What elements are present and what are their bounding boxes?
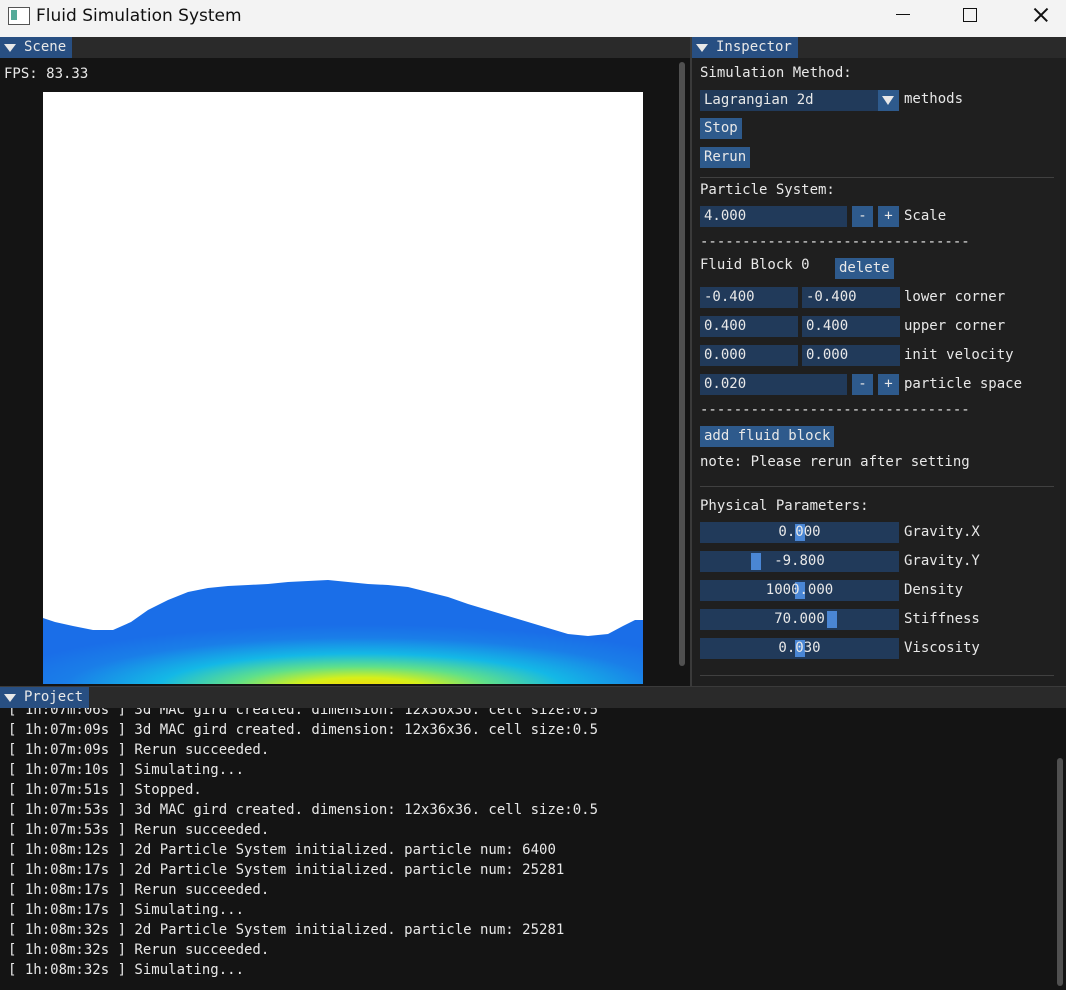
methods-label: methods [904, 91, 964, 107]
log-line: [ 1h:08m:32s ] Rerun succeeded. [8, 942, 270, 958]
lower-corner-label: lower corner [904, 289, 1006, 305]
add-fluid-block-button[interactable]: add fluid block [700, 426, 835, 447]
particle-space-input[interactable]: 0.020 [700, 374, 847, 395]
log-line: [ 1h:07m:09s ] Rerun succeeded. [8, 742, 270, 758]
density-slider[interactable]: 1000.000 [700, 580, 899, 601]
log-line: [ 1h:08m:17s ] 2d Particle System initia… [8, 862, 565, 878]
collapse-arrow-icon[interactable] [696, 44, 708, 52]
app-icon [8, 7, 30, 25]
viscosity-label: Viscosity [904, 640, 980, 656]
upper-corner-x-input[interactable]: 0.400 [700, 316, 798, 337]
rerun-note: note: Please rerun after setting [700, 454, 970, 470]
collapse-arrow-icon[interactable] [4, 44, 16, 52]
scene-scrollbar-thumb[interactable] [679, 62, 685, 666]
log-list: [ 1h:07m:06s ] 3d MAC gird created. dime… [8, 708, 598, 980]
scale-increment-button[interactable]: + [878, 206, 899, 227]
particle-space-label: particle space [904, 376, 1023, 392]
particle-space-decrement-button[interactable]: - [852, 374, 873, 395]
scale-decrement-button[interactable]: - [852, 206, 873, 227]
fluid-block-label: Fluid Block 0 [700, 257, 810, 273]
log-line: [ 1h:07m:10s ] Simulating... [8, 762, 245, 778]
scene-panel: FPS: 83.33 [0, 58, 690, 686]
stiffness-slider[interactable]: 70.000 [700, 609, 899, 630]
title-bar: Fluid Simulation System [0, 0, 1066, 37]
fps-readout: FPS: 83.33 [4, 66, 89, 82]
upper-corner-label: upper corner [904, 318, 1006, 334]
scale-input[interactable]: 4.000 [700, 206, 847, 227]
lower-corner-y-input[interactable]: -0.400 [802, 287, 900, 308]
gravity-y-label: Gravity.Y [904, 553, 980, 569]
init-velocity-y-input[interactable]: 0.000 [802, 345, 900, 366]
separator [700, 675, 1054, 676]
separator [700, 177, 1054, 178]
log-line: [ 1h:07m:51s ] Stopped. [8, 782, 202, 798]
init-velocity-label: init velocity [904, 347, 1014, 363]
gravity-x-label: Gravity.X [904, 524, 980, 540]
log-line: [ 1h:07m:53s ] Rerun succeeded. [8, 822, 270, 838]
project-panel-header: Project [0, 687, 1066, 708]
dash-separator: -------------------------------- [700, 402, 970, 418]
window-title: Fluid Simulation System [36, 6, 242, 26]
log-line: [ 1h:07m:53s ] 3d MAC gird created. dime… [8, 802, 599, 818]
log-scrollbar-thumb[interactable] [1057, 758, 1063, 986]
log-line: [ 1h:08m:32s ] 2d Particle System initia… [8, 922, 565, 938]
log-line: [ 1h:07m:06s ] 3d MAC gird created. dime… [8, 708, 599, 718]
log-line: [ 1h:08m:12s ] 2d Particle System initia… [8, 842, 556, 858]
inspector-panel: Simulation Method: Lagrangian 2d methods… [692, 58, 1066, 686]
maximize-button[interactable] [947, 0, 993, 30]
collapse-arrow-icon[interactable] [4, 694, 16, 702]
log-line: [ 1h:08m:32s ] Simulating... [8, 962, 245, 978]
init-velocity-x-input[interactable]: 0.000 [700, 345, 798, 366]
upper-corner-y-input[interactable]: 0.400 [802, 316, 900, 337]
particle-system-label: Particle System: [700, 182, 835, 198]
viscosity-slider[interactable]: 0.030 [700, 638, 899, 659]
gravity-x-value: 0.000 [778, 524, 821, 540]
simulation-method-label: Simulation Method: [700, 65, 852, 81]
chevron-down-icon[interactable] [878, 90, 899, 111]
dash-separator: -------------------------------- [700, 234, 970, 250]
viscosity-value: 0.030 [778, 640, 821, 656]
physical-parameters-label: Physical Parameters: [700, 498, 869, 514]
scale-label: Scale [904, 208, 947, 224]
density-label: Density [904, 582, 964, 598]
inspector-panel-header: Inspector [692, 37, 1066, 58]
method-combo-value: Lagrangian 2d [704, 92, 814, 108]
scene-panel-header: Scene [0, 37, 690, 58]
tab-project-label: Project [24, 689, 84, 705]
project-panel: [ 1h:07m:06s ] 3d MAC gird created. dime… [0, 708, 1066, 990]
gravity-y-slider[interactable]: -9.800 [700, 551, 899, 572]
tab-inspector-label: Inspector [716, 39, 792, 55]
simulation-canvas[interactable] [43, 92, 643, 684]
density-value: 1000.000 [765, 582, 834, 598]
stop-button[interactable]: Stop [700, 118, 742, 139]
log-line: [ 1h:07m:09s ] 3d MAC gird created. dime… [8, 722, 599, 738]
stiffness-label: Stiffness [904, 611, 980, 627]
minimize-button[interactable] [880, 0, 926, 30]
method-combo[interactable]: Lagrangian 2d [700, 90, 899, 111]
separator [700, 486, 1054, 487]
tab-scene[interactable]: Scene [0, 37, 73, 58]
close-button[interactable] [1018, 0, 1064, 30]
fluid-surface [43, 580, 643, 684]
stiffness-value: 70.000 [774, 611, 825, 627]
particle-space-increment-button[interactable]: + [878, 374, 899, 395]
gravity-x-slider[interactable]: 0.000 [700, 522, 899, 543]
delete-button[interactable]: delete [835, 258, 894, 279]
fluid-render [43, 580, 643, 684]
tab-project[interactable]: Project [0, 687, 90, 708]
tab-inspector[interactable]: Inspector [692, 37, 798, 58]
log-line: [ 1h:08m:17s ] Simulating... [8, 902, 245, 918]
gravity-y-value: -9.800 [774, 553, 825, 569]
lower-corner-x-input[interactable]: -0.400 [700, 287, 798, 308]
rerun-button[interactable]: Rerun [700, 147, 751, 168]
tab-scene-label: Scene [24, 39, 67, 55]
log-line: [ 1h:08m:17s ] Rerun succeeded. [8, 882, 270, 898]
